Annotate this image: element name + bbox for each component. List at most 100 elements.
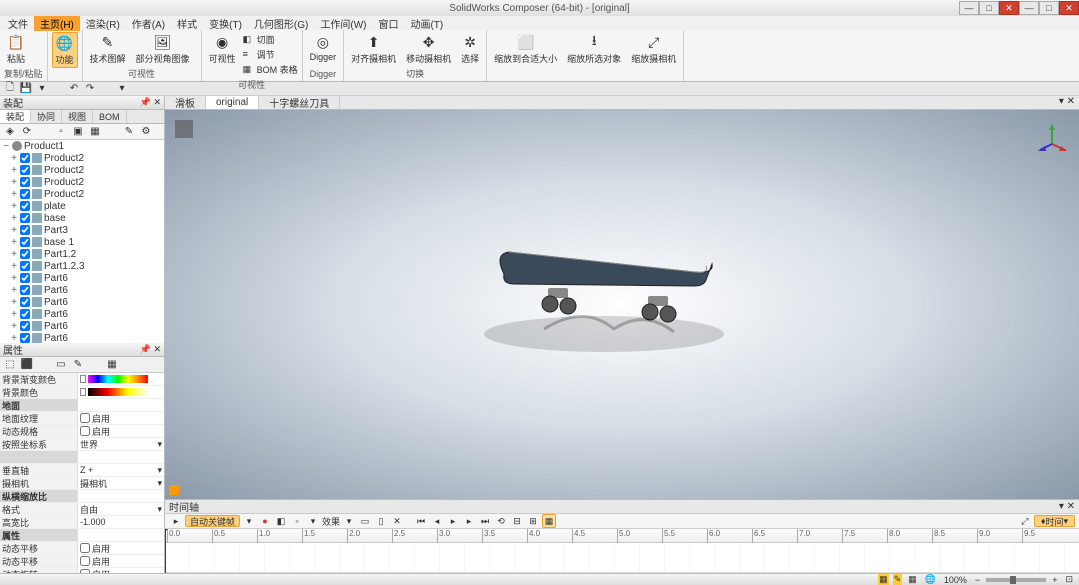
- next-icon[interactable]: ▸: [462, 514, 476, 528]
- property-row[interactable]: 垂直轴Z +▾: [0, 464, 164, 477]
- qat-button[interactable]: 🗋: [4, 83, 16, 95]
- props-tool-button[interactable]: ⬛: [20, 358, 34, 372]
- skip-start-icon[interactable]: ⏮: [414, 514, 428, 528]
- tb-btn[interactable]: ✕: [390, 514, 404, 528]
- tb-btn[interactable]: ▫: [290, 514, 304, 528]
- property-row[interactable]: 纵横缩放比: [0, 490, 164, 503]
- props-tool-button[interactable]: ⬚: [3, 358, 17, 372]
- effect-label[interactable]: 效果: [322, 515, 340, 528]
- view-tab[interactable]: 十字螺丝刀具: [259, 96, 340, 109]
- property-row[interactable]: 高宽比-1.000: [0, 516, 164, 529]
- property-value[interactable]: [78, 373, 164, 385]
- tree-node[interactable]: +Part6: [0, 332, 164, 343]
- menu-item[interactable]: 文件: [2, 16, 34, 31]
- pin-icon[interactable]: 📌 ✕: [140, 97, 161, 108]
- record-icon[interactable]: ●: [258, 514, 272, 528]
- property-row[interactable]: [0, 451, 164, 464]
- tb-btn[interactable]: ▯: [374, 514, 388, 528]
- prop-checkbox[interactable]: [80, 543, 90, 553]
- pin-icon[interactable]: ▾ ✕: [1059, 501, 1075, 512]
- tree-node[interactable]: +Part6: [0, 284, 164, 296]
- tree-node[interactable]: +Part1.2.3: [0, 260, 164, 272]
- left-tab[interactable]: 协同: [31, 110, 62, 123]
- prop-checkbox[interactable]: [80, 556, 90, 566]
- prev-icon[interactable]: ◂: [430, 514, 444, 528]
- doc-minimize-button[interactable]: —: [1019, 1, 1039, 15]
- property-row[interactable]: 按照坐标系世界▾: [0, 438, 164, 451]
- tree-node[interactable]: +Part3: [0, 224, 164, 236]
- menu-item[interactable]: 几何图形(G): [248, 16, 314, 31]
- property-row[interactable]: 背景渐变颜色: [0, 373, 164, 386]
- tb-btn[interactable]: ⤢: [1018, 514, 1032, 528]
- property-value[interactable]: [78, 529, 164, 541]
- prop-checkbox[interactable]: [80, 569, 90, 573]
- ribbon-item[interactable]: ≡调节: [243, 47, 298, 62]
- tree-tool-button[interactable]: [37, 125, 51, 139]
- property-row[interactable]: 背景颜色: [0, 386, 164, 399]
- left-tab[interactable]: 视图: [62, 110, 93, 123]
- marker-icon[interactable]: ▸: [169, 514, 183, 528]
- ribbon-button[interactable]: 🌐功能: [52, 32, 78, 68]
- tb-btn[interactable]: ▭: [358, 514, 372, 528]
- zoom-in-icon[interactable]: +: [1050, 575, 1059, 585]
- zoom-slider[interactable]: [986, 578, 1046, 582]
- property-value[interactable]: 启用: [78, 568, 164, 573]
- property-value[interactable]: [78, 490, 164, 502]
- tree-checkbox[interactable]: [20, 309, 30, 319]
- property-row[interactable]: 动态平移启用: [0, 555, 164, 568]
- tree-checkbox[interactable]: [20, 213, 30, 223]
- tree-node[interactable]: +Part6: [0, 308, 164, 320]
- menu-item[interactable]: 样式: [171, 16, 203, 31]
- tree-checkbox[interactable]: [20, 273, 30, 283]
- tree-checkbox[interactable]: [20, 321, 30, 331]
- qat-button[interactable]: ↷: [84, 83, 96, 95]
- tree-checkbox[interactable]: [20, 153, 30, 163]
- tree-checkbox[interactable]: [20, 165, 30, 175]
- doc-maximize-button[interactable]: □: [1039, 1, 1059, 15]
- tree-tool-button[interactable]: ◈: [3, 125, 17, 139]
- play-icon[interactable]: ▸: [446, 514, 460, 528]
- menu-item[interactable]: 变换(T): [203, 16, 248, 31]
- props-tool-button[interactable]: [88, 358, 102, 372]
- props-tool-button[interactable]: ▭: [54, 358, 68, 372]
- menu-item[interactable]: 动画(T): [404, 16, 449, 31]
- property-value[interactable]: 启用: [78, 412, 164, 424]
- ribbon-button[interactable]: 🖼部分视角图像: [133, 32, 193, 66]
- tree-node[interactable]: +Product2: [0, 176, 164, 188]
- props-tool-button[interactable]: ▦: [105, 358, 119, 372]
- view-tab[interactable]: 滑板: [165, 96, 206, 109]
- left-tab[interactable]: BOM: [93, 110, 127, 123]
- tree-node[interactable]: +plate: [0, 200, 164, 212]
- tb-btn[interactable]: ▾: [342, 514, 356, 528]
- tree-node[interactable]: +Product2: [0, 152, 164, 164]
- skateboard-model[interactable]: [454, 214, 754, 364]
- property-row[interactable]: 动态规格启用: [0, 425, 164, 438]
- ribbon-button[interactable]: 📋粘贴: [4, 32, 28, 66]
- tb-btn[interactable]: ▾: [242, 514, 256, 528]
- view-tab-closer[interactable]: ▾ ✕: [1055, 96, 1079, 109]
- tree-checkbox[interactable]: [20, 189, 30, 199]
- props-tool-button[interactable]: [37, 358, 51, 372]
- timeline-ruler[interactable]: 0.00.51.01.52.02.53.03.54.04.55.05.56.06…: [165, 529, 1079, 543]
- prop-checkbox[interactable]: [80, 426, 90, 436]
- pin-icon[interactable]: 📌 ✕: [140, 344, 161, 355]
- property-value[interactable]: [78, 399, 164, 411]
- tree-checkbox[interactable]: [20, 249, 30, 259]
- tree-node[interactable]: +Product2: [0, 164, 164, 176]
- ribbon-button[interactable]: ⭳缩放所选对象: [564, 32, 624, 66]
- view-cube-icon[interactable]: [175, 120, 193, 138]
- qat-button[interactable]: [100, 83, 112, 95]
- tree-tool-button[interactable]: ✎: [122, 125, 136, 139]
- tb-btn[interactable]: ◧: [274, 514, 288, 528]
- tb-btn[interactable]: ▾: [306, 514, 320, 528]
- tree-tool-button[interactable]: [105, 125, 119, 139]
- ribbon-button[interactable]: ◉可视性: [206, 32, 239, 66]
- prop-checkbox[interactable]: [80, 413, 90, 423]
- menu-item[interactable]: 渲染(R): [80, 16, 126, 31]
- menu-item[interactable]: 窗口: [372, 16, 404, 31]
- properties-list[interactable]: 背景渐变颜色背景颜色地面地面纹理启用动态规格启用按照坐标系世界▾垂直轴Z +▾摄…: [0, 373, 164, 573]
- tree-checkbox[interactable]: [20, 225, 30, 235]
- timeline-track[interactable]: 0.00.51.01.52.02.53.03.54.04.55.05.56.06…: [165, 529, 1079, 573]
- track-row[interactable]: [165, 543, 1079, 573]
- status-icon[interactable]: ▦: [906, 574, 919, 585]
